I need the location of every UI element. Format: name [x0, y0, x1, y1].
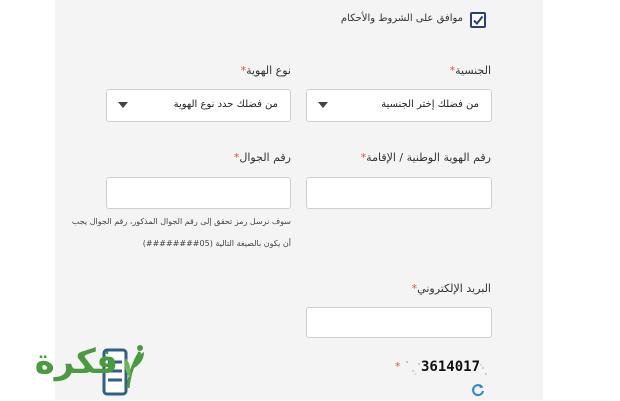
- captcha-code: 3614017: [421, 359, 481, 375]
- refresh-icon[interactable]: [471, 382, 485, 397]
- watermark-text: فكرة: [34, 342, 118, 382]
- checkmark-icon: [473, 15, 484, 26]
- email-input[interactable]: [306, 307, 492, 338]
- watermark-logo: فكرة: [0, 336, 160, 400]
- email-label: البريد الإلكتروني*: [411, 282, 491, 295]
- mobile-input[interactable]: [106, 177, 291, 209]
- nationality-select-value: من فضلك إختر الجنسية: [381, 99, 479, 110]
- id-type-label: نوع الهوية*: [240, 64, 291, 77]
- terms-checkbox[interactable]: [470, 12, 486, 28]
- mobile-hint-line1: سوف نرسل رمز تحقق إلى رقم الجوال المذكور…: [71, 217, 291, 226]
- terms-label: موافق على الشروط والأحكام: [340, 13, 463, 24]
- nationality-label: الجنسية*: [449, 64, 491, 77]
- national-id-input[interactable]: [306, 177, 492, 209]
- nationality-select[interactable]: من فضلك إختر الجنسية: [306, 89, 492, 122]
- id-type-select[interactable]: من فضلك حدد نوع الهوية: [106, 89, 291, 122]
- chevron-down-icon: [118, 102, 128, 108]
- mobile-hint-line2: أن يكون بالصيغة التالية (05########): [142, 239, 291, 248]
- national-id-label: رقم الهوية الوطنية / الإقامة*: [360, 151, 491, 164]
- id-type-select-value: من فضلك حدد نوع الهوية: [173, 99, 278, 110]
- chevron-down-icon: [318, 102, 328, 108]
- captcha-area: * 3614017: [395, 356, 490, 378]
- mobile-label: رقم الجوال*: [233, 151, 291, 164]
